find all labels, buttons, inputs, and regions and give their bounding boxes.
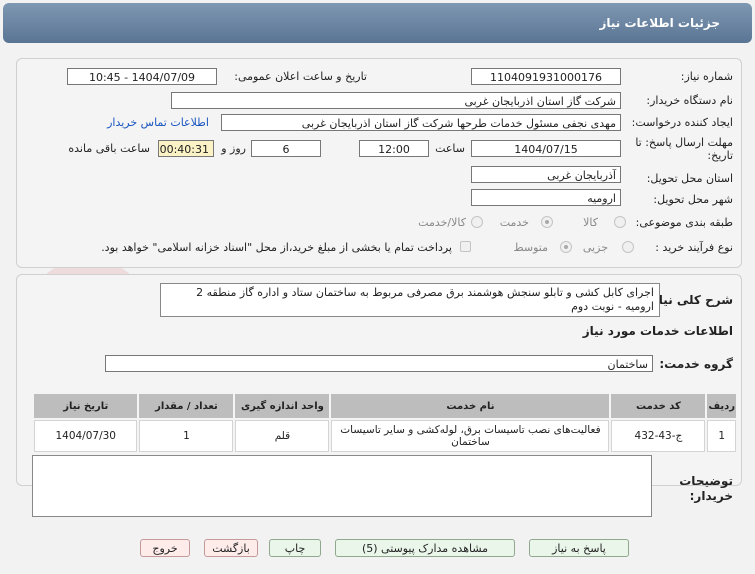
services-table: ردیف کد خدمت نام خدمت واحد اندازه گیری ت… (32, 392, 738, 454)
category-goods-service-label: کالا/خدمت (418, 216, 466, 229)
reply-button[interactable]: پاسخ به نیاز (529, 539, 629, 557)
col-row-header: ردیف (707, 394, 736, 418)
title-bar: جزئیات اطلاعات نیاز (3, 3, 752, 43)
category-service-label: خدمت (499, 216, 529, 229)
col-name-header: نام خدمت (331, 394, 610, 418)
page-title: جزئیات اطلاعات نیاز (599, 16, 720, 30)
view-attachments-button[interactable]: مشاهده مدارک پیوستی (5) (335, 539, 515, 557)
need-number-field: 1104091931000176 (471, 68, 621, 85)
category-goods-label: کالا (583, 216, 598, 229)
creator-field: مهدی نجفی مسئول خدمات طرحها شرکت گاز است… (221, 114, 621, 131)
contact-info-link[interactable]: اطلاعات تماس خریدار (107, 116, 209, 129)
category-label: طبقه بندی موضوعی: (635, 216, 733, 229)
buyer-notes-field[interactable] (32, 455, 652, 517)
deadline-date-field: 1404/07/15 (471, 140, 621, 157)
process-medium-radio[interactable] (560, 241, 572, 253)
category-goods-radio[interactable] (614, 216, 626, 228)
city-field: ارومیه (471, 189, 621, 206)
treasury-payment-checkbox[interactable] (460, 241, 471, 252)
cell-name: فعالیت‌های نصب تاسیسات برق، لوله‌کشی و س… (331, 420, 610, 452)
city-label: شهر محل تحویل: (653, 193, 733, 206)
province-label: استان محل تحویل: (646, 172, 733, 185)
col-qty-header: تعداد / مقدار (139, 394, 234, 418)
announce-date-field: 1404/07/09 - 10:45 (67, 68, 217, 85)
days-label: روز و (221, 142, 246, 155)
col-date-header: تاریخ نیاز (34, 394, 138, 418)
buyer-notes-label: توضیحات خریدار: (679, 474, 733, 503)
remaining-time-label: ساعت باقی مانده (68, 142, 150, 155)
print-button[interactable]: چاپ (269, 539, 321, 557)
category-service-radio[interactable] (541, 216, 553, 228)
exit-button[interactable]: خروج (140, 539, 190, 557)
creator-label: ایجاد کننده درخواست: (631, 116, 733, 129)
cell-unit: قلم (235, 420, 330, 452)
process-type-label: نوع فرآیند خرید : (655, 241, 733, 254)
province-field: آذربایجان غربی (471, 166, 621, 183)
remaining-time-field: 00:40:31 (158, 140, 214, 157)
need-info-panel (16, 58, 742, 268)
buyer-field: شرکت گاز استان اذربایجان غربی (171, 92, 621, 109)
table-row: 1 ج-43-432 فعالیت‌های نصب تاسیسات برق، ل… (34, 420, 736, 452)
table-header-row: ردیف کد خدمت نام خدمت واحد اندازه گیری ت… (34, 394, 736, 418)
treasury-payment-note: پرداخت تمام یا بخشی از مبلغ خرید،از محل … (101, 241, 452, 254)
process-minor-radio[interactable] (622, 241, 634, 253)
col-unit-header: واحد اندازه گیری (235, 394, 330, 418)
service-group-field: ساختمان (105, 355, 653, 372)
back-button[interactable]: بازگشت (204, 539, 258, 557)
cell-row: 1 (707, 420, 736, 452)
description-field: اجرای کابل کشی و تابلو سنجش هوشمند برق م… (160, 283, 660, 317)
service-group-label: گروه خدمت: (659, 357, 733, 371)
days-remaining-field: 6 (251, 140, 321, 157)
buyer-label: نام دستگاه خریدار: (646, 94, 733, 107)
cell-code: ج-43-432 (611, 420, 706, 452)
deadline-time-label: ساعت (435, 142, 465, 155)
deadline-label: مهلت ارسال پاسخ: تا تاریخ: (635, 136, 733, 162)
announce-date-label: تاریخ و ساعت اعلان عمومی: (234, 70, 367, 83)
cell-qty: 1 (139, 420, 234, 452)
category-goods-service-radio[interactable] (471, 216, 483, 228)
deadline-time-field: 12:00 (359, 140, 429, 157)
need-number-label: شماره نیاز: (680, 70, 733, 83)
cell-date: 1404/07/30 (34, 420, 138, 452)
col-code-header: کد خدمت (611, 394, 706, 418)
services-heading: اطلاعات خدمات مورد نیاز (582, 324, 733, 338)
process-minor-label: جزیی (582, 241, 608, 254)
process-medium-label: متوسط (513, 241, 548, 254)
